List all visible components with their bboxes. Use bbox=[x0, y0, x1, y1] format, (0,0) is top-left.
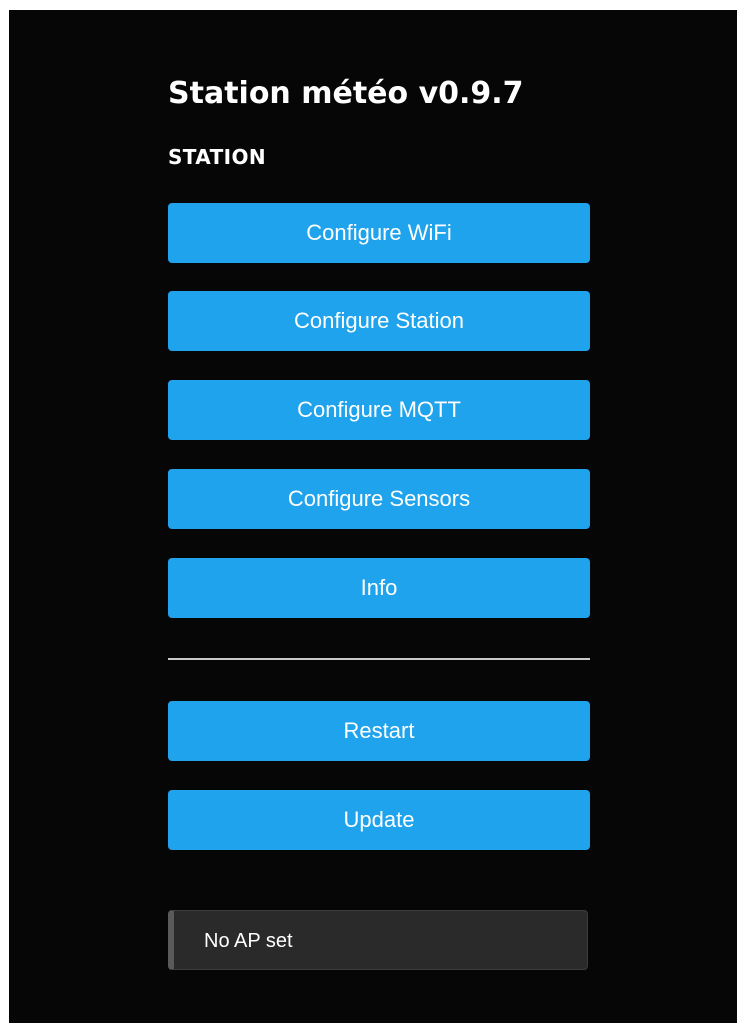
status-message-box: No AP set bbox=[168, 910, 588, 970]
page-title: Station météo v0.9.7 bbox=[168, 76, 524, 111]
configure-sensors-button[interactable]: Configure Sensors bbox=[168, 469, 590, 529]
app-screen: Station météo v0.9.7 STATION Configure W… bbox=[9, 10, 737, 1023]
update-button[interactable]: Update bbox=[168, 790, 590, 850]
status-message: No AP set bbox=[204, 930, 293, 952]
configure-station-button[interactable]: Configure Station bbox=[168, 291, 590, 351]
menu-divider bbox=[168, 658, 590, 660]
configure-mqtt-button[interactable]: Configure MQTT bbox=[168, 380, 590, 440]
restart-button[interactable]: Restart bbox=[168, 701, 590, 761]
configure-wifi-button[interactable]: Configure WiFi bbox=[168, 203, 590, 263]
section-label: STATION bbox=[168, 145, 267, 169]
info-button[interactable]: Info bbox=[168, 558, 590, 618]
